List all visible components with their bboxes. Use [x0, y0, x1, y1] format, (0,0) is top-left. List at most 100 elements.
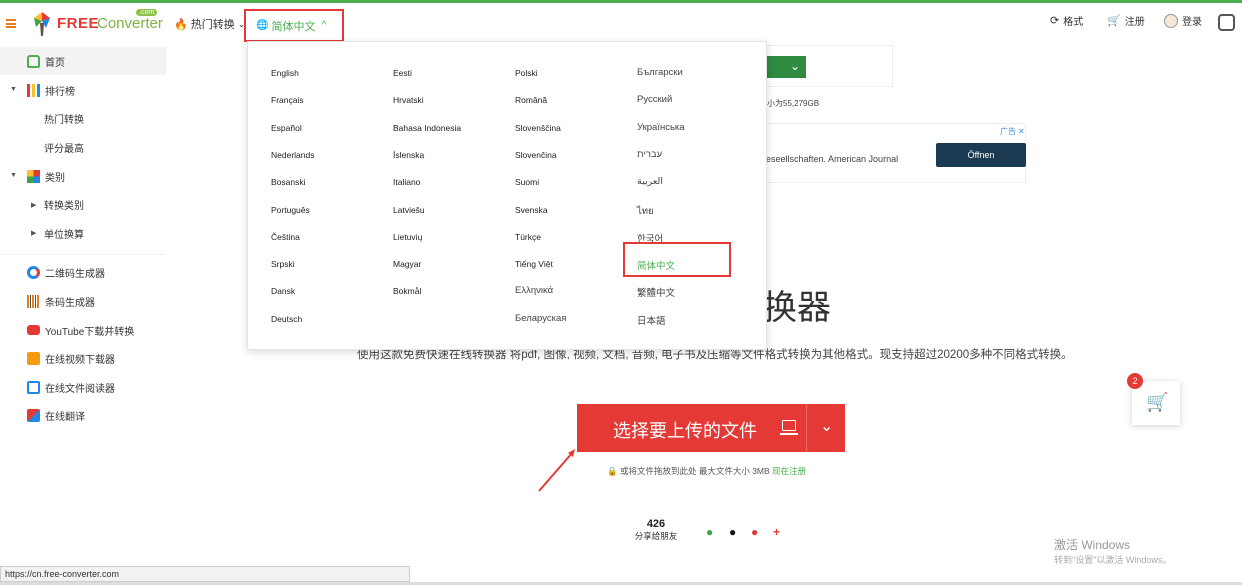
formats-icon: ⟳: [1050, 15, 1060, 27]
sidebar-item-label: 热门转换: [44, 114, 84, 126]
ad-open-button[interactable]: Öffnen: [936, 143, 1026, 167]
weibo-icon[interactable]: ●: [751, 525, 758, 539]
share-counter: 426 分享给朋友: [630, 518, 682, 542]
lang-option[interactable]: Íslenska: [393, 150, 424, 160]
sidebar-divider: [0, 254, 166, 255]
upload-divider: [806, 404, 807, 452]
computer-icon[interactable]: [782, 420, 796, 431]
sidebar-item-label: 在线翻译: [45, 411, 85, 423]
sidebar-item-doc-reader[interactable]: 在线文件阅读器: [0, 373, 166, 401]
upload-note: 🔒 或将文件拖放到此处 最大文件大小 3MB 现在注册: [607, 465, 806, 477]
lang-option[interactable]: Suomi: [515, 177, 539, 187]
sidebar-item-barcode[interactable]: 条码生成器: [0, 287, 166, 315]
sidebar-item-label: 评分最高: [44, 143, 84, 155]
lang-option[interactable]: Tiếng Việt: [515, 259, 553, 269]
windows-activation-title: 激活 Windows: [1054, 538, 1131, 552]
sidebar-item-label: 单位换算: [44, 229, 84, 241]
lang-option[interactable]: 日本語: [637, 313, 666, 327]
lang-option[interactable]: Srpski: [271, 259, 295, 269]
lang-option[interactable]: Magyar: [393, 259, 421, 269]
sidebar-item-label: YouTube下载并转换: [45, 326, 135, 338]
ad-tag-label: 广告: [1000, 127, 1016, 136]
chevron-down-icon: ⌄: [790, 59, 801, 73]
lang-option[interactable]: Bahasa Indonesia: [393, 123, 461, 133]
upload-button[interactable]: 选择要上传的文件 ⌄: [577, 404, 845, 452]
sidebar-item-label: 首页: [45, 57, 65, 69]
lang-option[interactable]: 繁體中文: [637, 285, 675, 299]
lang-option[interactable]: Slovenčina: [515, 150, 557, 160]
lang-option[interactable]: Русский: [637, 94, 672, 105]
share-count: 426: [646, 518, 666, 530]
lang-option[interactable]: Bosanski: [271, 177, 306, 187]
barcode-icon: [27, 294, 40, 308]
lang-option[interactable]: Eesti: [393, 68, 412, 78]
plus-icon[interactable]: +: [773, 525, 780, 539]
sidebar-item-categories[interactable]: 类别: [0, 162, 166, 190]
logo-free-text: FREE: [57, 15, 100, 32]
sidebar-item-unit-conv[interactable]: 单位换算: [0, 219, 166, 247]
sidebar-item-label: 类别: [45, 172, 65, 184]
lang-option[interactable]: Slovenščina: [515, 123, 561, 133]
logo[interactable]: FREE Converter .com: [30, 9, 170, 41]
close-icon[interactable]: ✕: [1018, 127, 1025, 136]
lang-option[interactable]: Türkçe: [515, 232, 541, 242]
qq-icon[interactable]: ●: [729, 525, 736, 539]
menu-icon[interactable]: [6, 19, 16, 28]
register-link[interactable]: 🛒 注册: [1107, 13, 1145, 28]
ad-dropdown-button[interactable]: ⌄: [766, 56, 806, 78]
lang-option[interactable]: Hrvatski: [393, 95, 424, 105]
sidebar-item-hot[interactable]: 热门转换: [0, 104, 166, 132]
formats-link[interactable]: ⟳ 格式: [1050, 13, 1083, 28]
lang-option[interactable]: Español: [271, 123, 302, 133]
sidebar-item-home[interactable]: 首页: [0, 47, 166, 75]
login-link[interactable]: 登录: [1164, 13, 1202, 28]
lang-option[interactable]: Čeština: [271, 232, 300, 242]
lang-option[interactable]: Português: [271, 205, 310, 215]
chevron-down-icon[interactable]: ⌄: [820, 416, 833, 436]
lang-option[interactable]: Română: [515, 95, 547, 105]
lang-option[interactable]: ไทย: [637, 204, 654, 219]
register-label: 注册: [1124, 17, 1145, 28]
lang-option[interactable]: Беларуская: [515, 313, 566, 324]
sidebar-item-top-rated[interactable]: 评分最高: [0, 133, 166, 161]
sidebar-item-conv-cat[interactable]: 转换类别: [0, 190, 166, 218]
language-current: 简体中文: [271, 20, 316, 33]
lang-option[interactable]: Latviešu: [393, 205, 425, 215]
sidebar-item-ranking[interactable]: 排行榜: [0, 76, 166, 104]
register-now-link[interactable]: 现在注册: [772, 466, 806, 476]
windows-activation-text: 转到"设置"以激活 Windows。: [1054, 555, 1172, 565]
lang-option[interactable]: العربية: [637, 176, 663, 187]
lang-option[interactable]: Nederlands: [271, 150, 314, 160]
nav-hot-conversions[interactable]: 🔥 热门转换 ⌄: [174, 16, 245, 32]
language-dropdown: English Français Español Nederlands Bosa…: [247, 41, 767, 350]
lang-option[interactable]: Български: [637, 67, 683, 78]
lang-option[interactable]: Deutsch: [271, 314, 302, 324]
page-title: 换器: [763, 289, 831, 327]
lang-option[interactable]: English: [271, 68, 299, 78]
lang-option[interactable]: עברית: [637, 149, 662, 160]
avatar-icon: [1164, 13, 1178, 28]
ad-tag[interactable]: 广告 ✕: [1000, 126, 1025, 137]
lang-option[interactable]: Italiano: [393, 177, 420, 187]
lang-option[interactable]: Français: [271, 95, 304, 105]
wechat-icon[interactable]: ●: [706, 525, 713, 539]
sidebar-item-youtube[interactable]: YouTube下载并转换: [0, 316, 166, 344]
sidebar-item-qr[interactable]: 二维码生成器: [0, 258, 166, 286]
lang-option[interactable]: Ελληνικά: [515, 285, 553, 296]
lang-option[interactable]: Українська: [637, 122, 685, 133]
upload-label: 选择要上传的文件: [613, 421, 757, 441]
language-selector[interactable]: 🌐 简体中文 ^: [244, 9, 344, 42]
sidebar-item-translate[interactable]: 在线翻译: [0, 401, 166, 429]
lang-option[interactable]: Dansk: [271, 286, 295, 296]
sidebar-item-label: 条码生成器: [45, 297, 95, 309]
window-toggle-icon[interactable]: [1218, 14, 1235, 31]
formats-label: 格式: [1063, 17, 1084, 28]
home-icon: [27, 54, 40, 68]
lang-option[interactable]: Polski: [515, 68, 538, 78]
document-reader-icon: [27, 380, 40, 394]
sidebar-item-video-dl[interactable]: 在线视频下载器: [0, 344, 166, 372]
lang-option[interactable]: Bokmål: [393, 286, 421, 296]
lang-option[interactable]: Svenska: [515, 205, 548, 215]
lang-option[interactable]: Lietuvių: [393, 232, 422, 242]
sidebar-item-label: 转换类别: [44, 200, 84, 212]
